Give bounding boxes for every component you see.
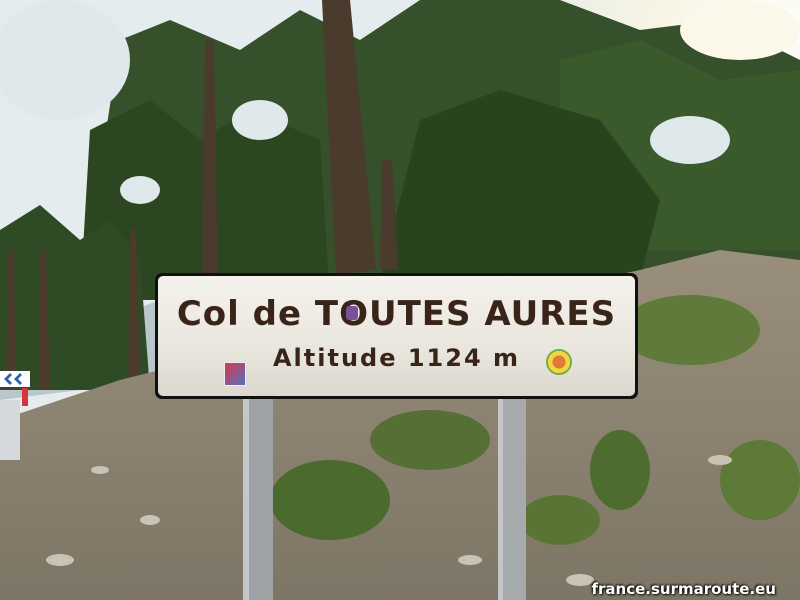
round-sticker-icon	[546, 349, 572, 375]
road-barrier	[0, 400, 20, 460]
red-marker	[22, 388, 28, 406]
watermark: france.surmaroute.eu	[591, 580, 776, 598]
pass-altitude-sign: Col de TOUTES AURES Altitude 1124 m	[155, 273, 638, 399]
square-sticker-icon	[224, 362, 246, 386]
pass-name: Col de TOUTES AURES	[176, 294, 617, 334]
sign-panel: Col de TOUTES AURES Altitude 1124 m	[158, 276, 635, 396]
small-sticker-icon	[346, 306, 358, 320]
